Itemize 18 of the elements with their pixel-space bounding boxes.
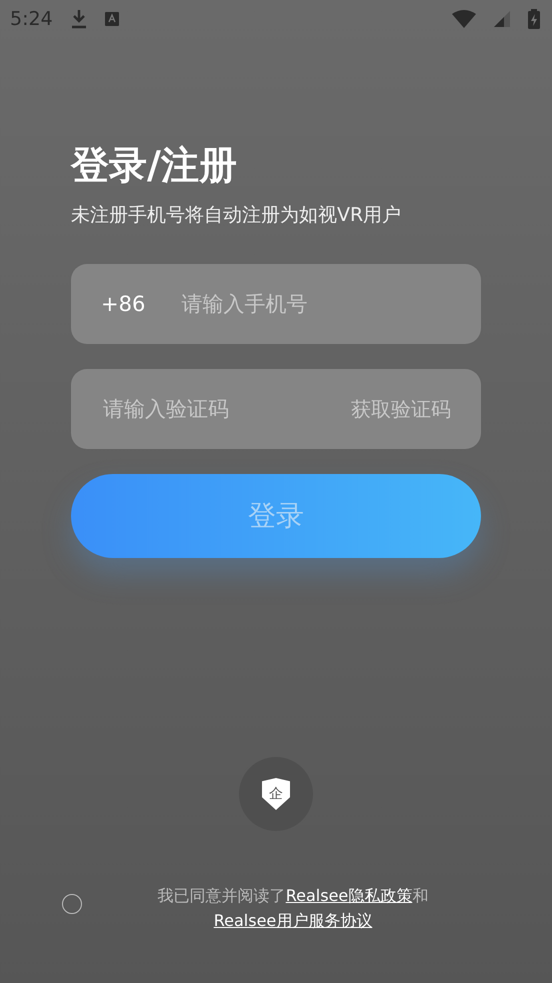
enterprise-login-button[interactable]: 企	[239, 757, 313, 831]
page-title: 登录/注册	[71, 142, 238, 189]
shield-icon: 企	[262, 778, 290, 810]
wifi-icon	[452, 10, 476, 28]
code-field[interactable]: 请输入验证码 获取验证码	[71, 369, 481, 449]
signal-icon	[494, 11, 510, 27]
user-agreement-link[interactable]: Realsee用户服务协议	[214, 911, 372, 930]
subtitle: 未注册手机号将自动注册为如视VR用户	[71, 203, 402, 228]
battery-icon	[528, 9, 540, 29]
keyboard-icon	[104, 12, 119, 26]
privacy-policy-link[interactable]: Realsee隐私政策	[286, 886, 412, 905]
country-code[interactable]: +86	[101, 292, 146, 316]
phone-field[interactable]: +86 请输入手机号	[71, 264, 481, 344]
agree-checkbox[interactable]	[62, 894, 82, 914]
status-time: 5:24	[10, 8, 53, 30]
get-code-link[interactable]: 获取验证码	[351, 396, 451, 422]
download-icon	[70, 9, 87, 29]
agreement-text: 我已同意并阅读了 Realsee隐私政策和 Realsee用户服务协议	[156, 885, 430, 932]
